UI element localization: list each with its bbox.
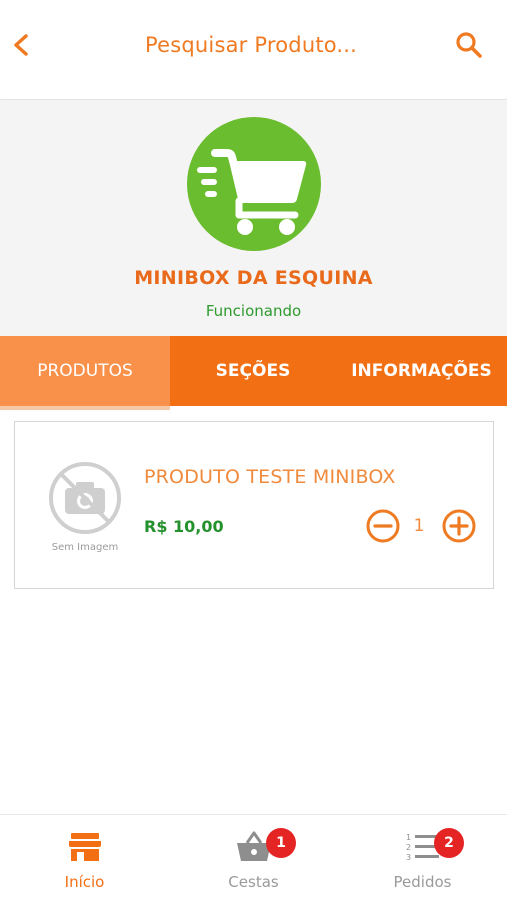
product-price: R$ 10,00 bbox=[144, 517, 224, 536]
increase-quantity-button[interactable] bbox=[441, 508, 477, 544]
chevron-left-icon bbox=[14, 34, 28, 56]
nav-inicio[interactable]: Início bbox=[0, 815, 169, 900]
svg-text:3: 3 bbox=[406, 853, 411, 862]
svg-text:2: 2 bbox=[406, 843, 411, 852]
store-name: MINIBOX DA ESQUINA bbox=[134, 267, 373, 289]
store-status: Funcionando bbox=[205, 302, 302, 320]
tab-secoes[interactable]: SEÇÕES bbox=[170, 336, 336, 406]
nav-pedidos-label: Pedidos bbox=[393, 873, 452, 891]
tab-bar: PRODUTOS SEÇÕES INFORMAÇÕES bbox=[0, 336, 507, 410]
product-name: PRODUTO TESTE MINIBOX bbox=[144, 466, 396, 488]
tab-produtos[interactable]: PRODUTOS bbox=[0, 336, 170, 410]
product-card[interactable]: Sem Imagem PRODUTO TESTE MINIBOX R$ 10,0… bbox=[14, 421, 494, 589]
search-field[interactable]: Pesquisar Produto... bbox=[145, 33, 357, 57]
quantity-value: 1 bbox=[413, 516, 425, 536]
svg-text:1: 1 bbox=[406, 833, 411, 842]
no-photo-icon bbox=[49, 462, 121, 534]
store-header: MINIBOX DA ESQUINA Funcionando bbox=[0, 101, 507, 336]
nav-pedidos[interactable]: 1 2 3 2 Pedidos bbox=[338, 815, 507, 900]
search-button[interactable] bbox=[452, 28, 486, 62]
nav-cestas[interactable]: 1 Cestas bbox=[169, 815, 338, 900]
pedidos-badge: 2 bbox=[434, 828, 464, 858]
shopping-cart-icon bbox=[197, 149, 307, 235]
nav-cestas-label: Cestas bbox=[228, 873, 279, 891]
bottom-navigation: Início 1 Cestas 1 2 3 2 Pedidos bbox=[0, 814, 507, 900]
cestas-badge: 1 bbox=[266, 828, 296, 858]
nav-inicio-label: Início bbox=[64, 873, 105, 891]
no-image-label: Sem Imagem bbox=[51, 542, 119, 553]
minus-circle-icon bbox=[366, 509, 400, 543]
plus-circle-icon bbox=[442, 509, 476, 543]
top-bar: Pesquisar Produto... bbox=[0, 0, 507, 100]
decrease-quantity-button[interactable] bbox=[365, 508, 401, 544]
search-icon bbox=[456, 32, 482, 58]
tab-informacoes[interactable]: INFORMAÇÕES bbox=[336, 336, 507, 406]
store-logo bbox=[187, 117, 321, 251]
store-icon bbox=[69, 833, 101, 861]
back-button[interactable] bbox=[6, 28, 40, 62]
app-screen: Pesquisar Produto... MINIBOX DA ESQUINA … bbox=[0, 0, 507, 900]
